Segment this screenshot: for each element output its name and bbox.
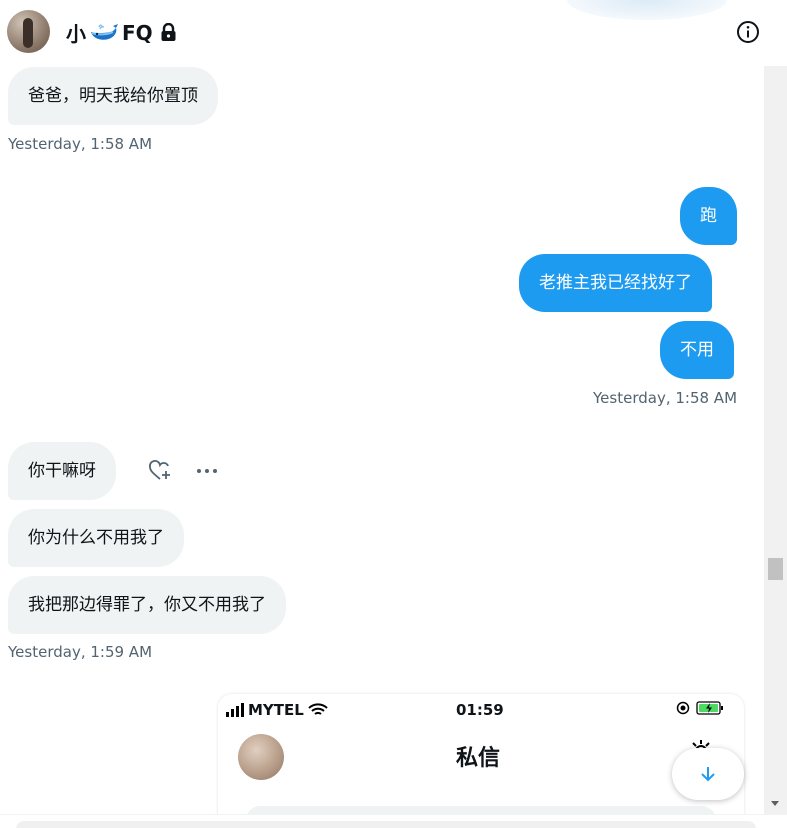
battery-charging-icon bbox=[696, 701, 723, 715]
message-timestamp: Yesterday, 1:59 AM bbox=[8, 643, 153, 661]
carrier-label: MYTEL bbox=[248, 701, 304, 719]
message-timestamp: Yesterday, 1:58 AM bbox=[593, 389, 738, 407]
message-bubble-outgoing[interactable]: 不用 bbox=[660, 321, 734, 379]
whale-emoji-icon bbox=[91, 23, 118, 40]
info-icon[interactable] bbox=[736, 20, 760, 44]
message-bubble-incoming[interactable]: 你为什么不用我了 bbox=[8, 509, 184, 567]
scrollbar-thumb[interactable] bbox=[768, 558, 783, 580]
scroll-down-arrow-icon[interactable] bbox=[771, 801, 779, 806]
conversation-name[interactable]: 小 FQ bbox=[66, 18, 177, 47]
name-suffix: FQ bbox=[122, 20, 153, 45]
message-timestamp: Yesterday, 1:58 AM bbox=[8, 135, 153, 153]
image-attachment[interactable]: MYTEL 01:59 私信 bbox=[218, 694, 744, 818]
orientation-lock-icon bbox=[676, 701, 690, 715]
embedded-avatar bbox=[238, 734, 284, 780]
conversation-header: 小 FQ bbox=[0, 0, 787, 66]
name-prefix: 小 bbox=[66, 22, 86, 46]
signal-icon bbox=[226, 703, 244, 717]
message-bubble-incoming[interactable]: 我把那边得罪了，你又不用我了 bbox=[8, 576, 286, 634]
message-bubble-outgoing[interactable]: 老推主我已经找好了 bbox=[519, 254, 712, 312]
message-composer bbox=[0, 814, 787, 828]
message-input[interactable] bbox=[16, 821, 756, 828]
arrow-down-icon bbox=[701, 767, 715, 782]
lock-icon bbox=[161, 23, 176, 41]
wifi-icon bbox=[308, 703, 328, 715]
message-bubble-outgoing[interactable]: 跑 bbox=[680, 187, 737, 245]
message-bubble-incoming[interactable]: 你干嘛呀 bbox=[8, 442, 116, 500]
message-bubble-incoming[interactable]: 爸爸，明天我给你置顶 bbox=[8, 67, 218, 125]
scrollbar[interactable] bbox=[764, 66, 787, 814]
scroll-to-bottom-button[interactable] bbox=[672, 748, 744, 800]
embedded-page-title: 私信 bbox=[456, 746, 501, 771]
clock-text: 01:59 bbox=[456, 701, 504, 719]
add-reaction-heart-icon[interactable] bbox=[148, 459, 172, 483]
header-glow bbox=[567, 0, 727, 20]
embedded-status-bar: MYTEL 01:59 bbox=[218, 694, 744, 728]
avatar[interactable] bbox=[7, 10, 50, 53]
more-options-icon[interactable] bbox=[195, 459, 219, 483]
